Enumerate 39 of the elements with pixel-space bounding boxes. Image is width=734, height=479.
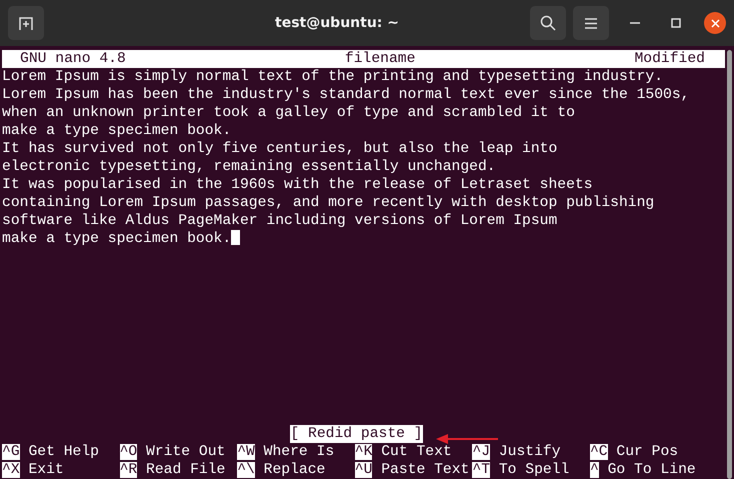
shortcut-label: Where Is [262, 444, 334, 460]
shortcut-label: Cur Pos [615, 444, 678, 460]
shortcut-label: Cut Text [380, 444, 452, 460]
shortcut-key: ^U [354, 462, 372, 478]
window-title: test@ubuntu: ~ [274, 15, 400, 31]
shortcut-label: Go To Line [606, 462, 696, 478]
app-version: GNU nano 4.8 [20, 50, 126, 68]
text-line: software like Aldus PageMaker including versions of Lorem Ipsum [2, 213, 558, 229]
shortcut-label: Write Out [145, 444, 226, 460]
text-line: make a type specimen book. [2, 231, 232, 247]
text-line: It has survived not only five centuries, but also the leap into [2, 141, 558, 157]
text-line: Lorem Ipsum is simply normal text of the printing and typesetting industry. [2, 69, 664, 85]
text-line: It was popularised in the 1960s with the release of Letraset sheets [2, 177, 593, 193]
text-line: containing Lorem Ipsum passages, and more recently with desktop publishing [2, 195, 654, 211]
shortcut-label: Read File [145, 462, 226, 478]
shortcut-key: ^O [120, 444, 138, 460]
shortcut-key: ^J [472, 444, 490, 460]
shortcut-key: ^ [590, 462, 599, 478]
shortcut-key: ^T [472, 462, 490, 478]
shortcut-label: To Spell [498, 462, 570, 478]
shortcut-label: Get Help [27, 444, 99, 460]
text-line: when an unknown printer took a galley of type and scrambled it to [2, 105, 575, 121]
shortcut-key: ^C [590, 444, 608, 460]
text-line: electronic typesetting, remaining essentially unchanged. [2, 159, 496, 175]
status-message: [ Redid paste ] [290, 425, 423, 443]
shortcut-key: ^X [2, 462, 20, 478]
shortcut-label: Justify [498, 444, 561, 460]
shortcut-key: ^\ [237, 462, 255, 478]
text-line: Lorem Ipsum has been the industry's standard normal text ever since the 1500s, [2, 87, 690, 103]
file-name: filename [344, 51, 416, 67]
shortcut-label: Replace [262, 462, 326, 478]
shortcut-key: ^R [120, 462, 138, 478]
modified-label: Modified [634, 50, 705, 68]
shortcut-label: Paste Text [380, 462, 470, 478]
shortcut-label: Exit [27, 462, 64, 478]
shortcut-key: ^W [237, 444, 255, 460]
shortcut-key: ^G [2, 444, 20, 460]
shortcut-key: ^K [354, 444, 372, 460]
text-line: make a type specimen book. [2, 123, 232, 139]
